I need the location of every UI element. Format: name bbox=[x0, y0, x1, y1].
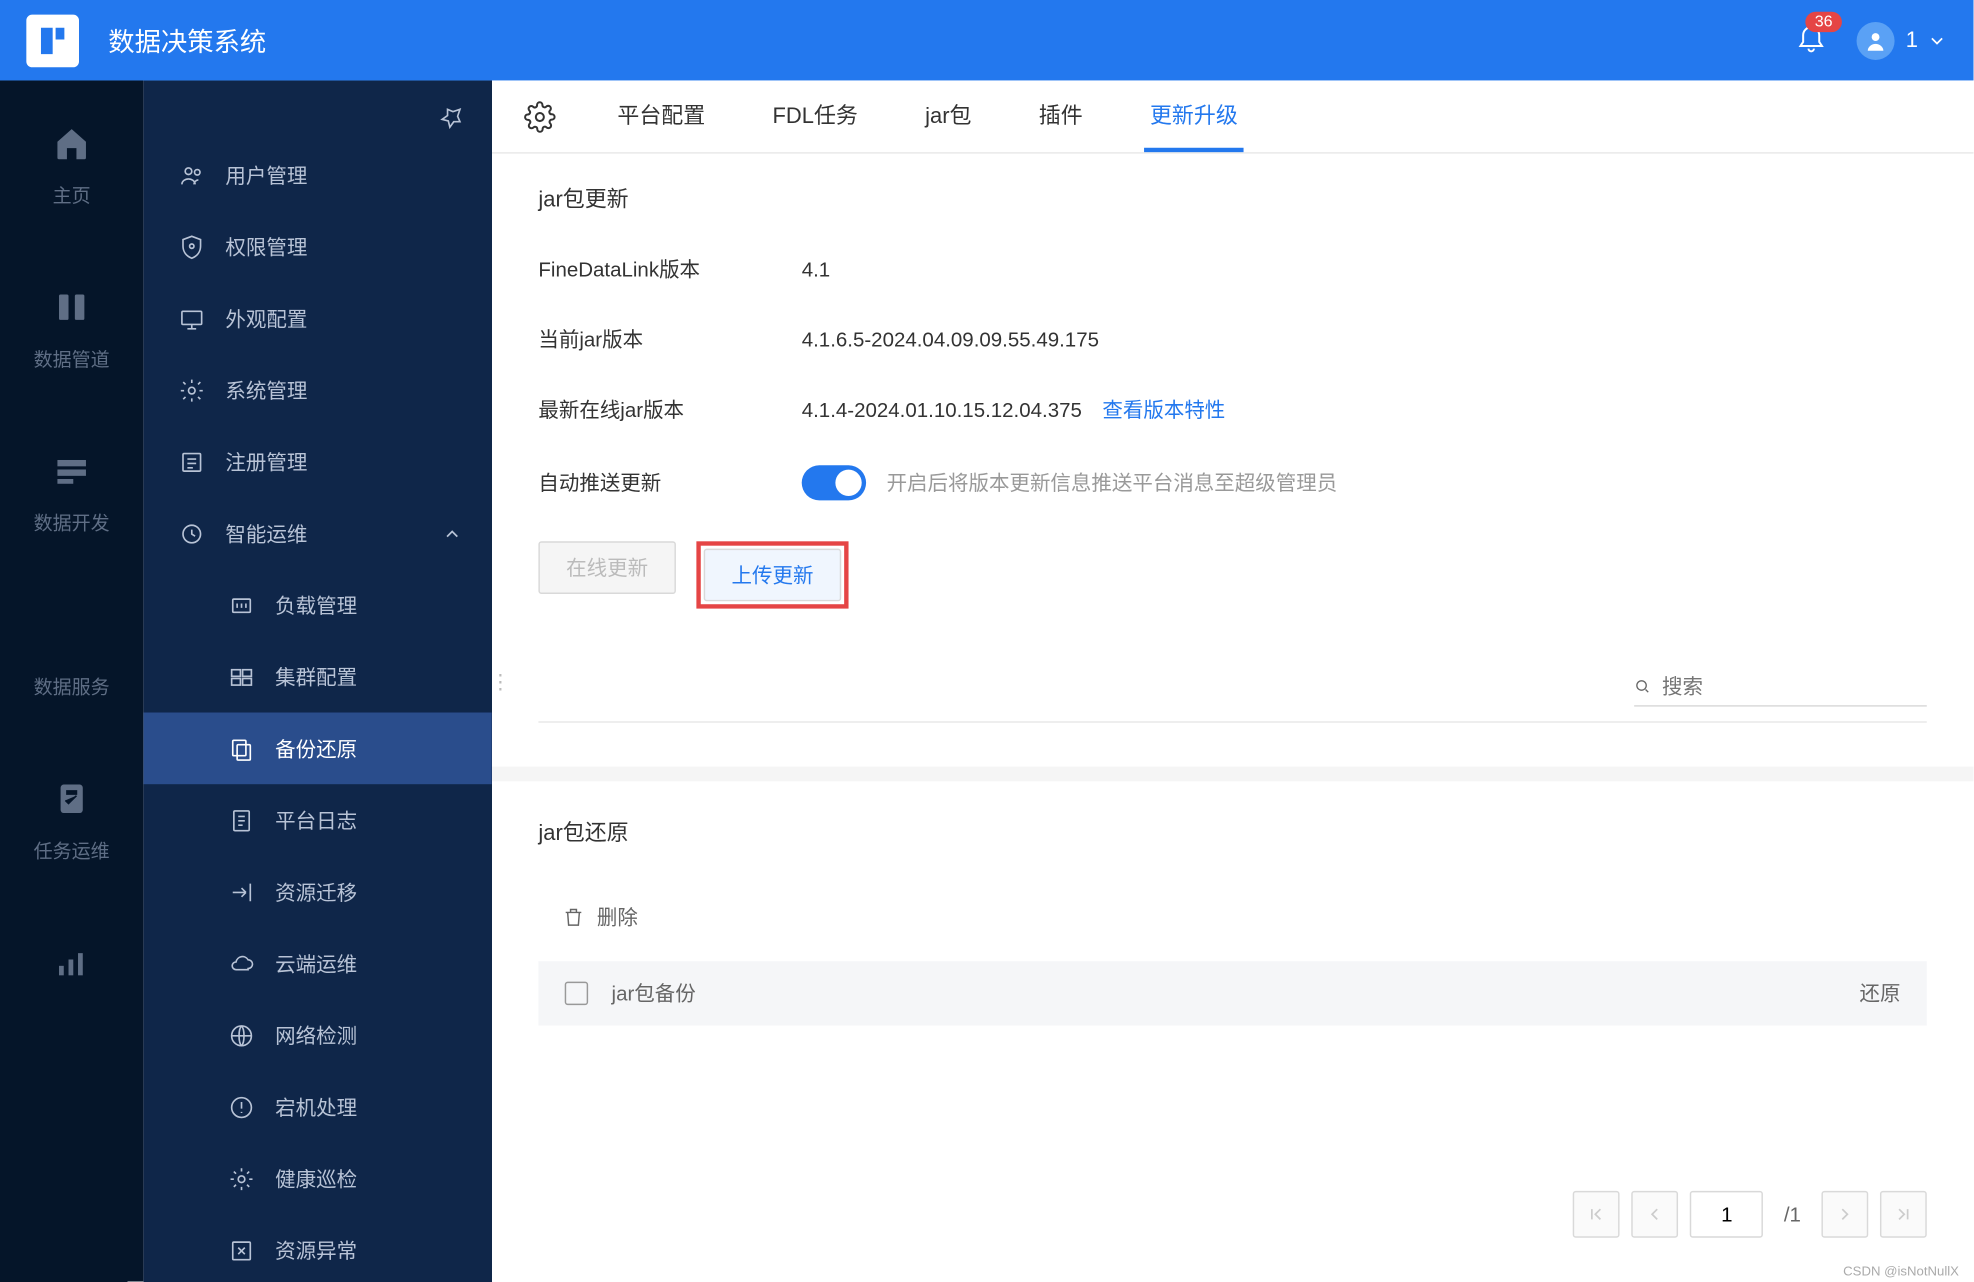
section-jar-update: jar包更新 bbox=[538, 183, 1926, 214]
label-latest-jar: 最新在线jar版本 bbox=[538, 395, 801, 424]
value-current-jar: 4.1.6.5-2024.04.09.09.55.49.175 bbox=[802, 328, 1099, 351]
rail-pipeline[interactable]: 数据管道 bbox=[34, 288, 110, 371]
settings-icon[interactable] bbox=[524, 100, 556, 132]
sidebar-item-system[interactable]: 系统管理 bbox=[143, 354, 491, 426]
rail-home[interactable]: 主页 bbox=[53, 124, 91, 207]
hint-auto-push: 开启后将版本更新信息推送平台消息至超级管理员 bbox=[887, 468, 1338, 497]
search-input[interactable] bbox=[1662, 674, 1927, 697]
tab-platform[interactable]: 平台配置 bbox=[612, 80, 712, 152]
chevron-up-icon bbox=[442, 523, 462, 543]
value-fdl-version: 4.1 bbox=[802, 257, 830, 280]
resource-icon bbox=[228, 1237, 254, 1263]
sidebar-item-log[interactable]: 平台日志 bbox=[143, 784, 491, 856]
sidebar-item-cluster[interactable]: 集群配置 bbox=[143, 641, 491, 713]
label-current-jar: 当前jar版本 bbox=[538, 325, 801, 354]
search-box[interactable] bbox=[1634, 667, 1927, 707]
sidebar-item-health[interactable]: 健康巡检 bbox=[143, 1143, 491, 1215]
gear-icon bbox=[178, 377, 204, 403]
load-icon bbox=[228, 592, 254, 618]
sidebar-item-cloud[interactable]: 云端运维 bbox=[143, 928, 491, 1000]
migrate-icon bbox=[228, 879, 254, 905]
tab-bar: 平台配置 FDL任务 jar包 插件 更新升级 bbox=[492, 80, 1974, 153]
notifications-button[interactable]: 36 bbox=[1795, 20, 1827, 60]
sidebar-item-register[interactable]: 注册管理 bbox=[143, 426, 491, 498]
pagination: /1 bbox=[1526, 1162, 1973, 1267]
delete-button[interactable]: 删除 bbox=[538, 888, 1926, 947]
table-header: jar包备份 还原 bbox=[538, 961, 1926, 1025]
smart-ops-icon bbox=[178, 520, 204, 546]
sidebar: 用户管理 权限管理 外观配置 系统管理 注册管理 智能运维 负载管理 bbox=[143, 80, 491, 1281]
log-icon bbox=[228, 807, 254, 833]
page-last-button[interactable] bbox=[1880, 1191, 1927, 1238]
logo bbox=[26, 14, 79, 67]
health-icon bbox=[228, 1165, 254, 1191]
page-total: /1 bbox=[1784, 1203, 1801, 1226]
users-icon bbox=[178, 162, 204, 188]
section-jar-restore: jar包还原 bbox=[538, 816, 1926, 847]
watermark: CSDN @isNotNullX bbox=[1843, 1264, 1959, 1279]
highlight-annotation: 上传更新 bbox=[696, 541, 848, 608]
search-icon bbox=[1634, 673, 1650, 699]
sidebar-item-backup[interactable]: 备份还原 bbox=[143, 712, 491, 784]
nav-rail: 主页 数据管道 数据开发 数据服务 任务运维 bbox=[0, 80, 143, 1281]
sidebar-item-crash[interactable]: 宕机处理 bbox=[143, 1071, 491, 1143]
sidebar-item-smart-ops[interactable]: 智能运维 bbox=[143, 497, 491, 569]
network-icon bbox=[228, 1022, 254, 1048]
app-title: 数据决策系统 bbox=[108, 21, 266, 59]
page-prev-button[interactable] bbox=[1632, 1191, 1679, 1238]
resize-handle[interactable]: ⋮ bbox=[492, 80, 510, 1281]
sidebar-item-user-mgmt[interactable]: 用户管理 bbox=[143, 139, 491, 211]
trash-icon bbox=[562, 906, 585, 929]
pin-icon[interactable] bbox=[439, 104, 465, 130]
sidebar-item-load[interactable]: 负载管理 bbox=[143, 569, 491, 641]
drag-dots-icon: ⋮ bbox=[490, 678, 510, 684]
clipboard-icon bbox=[53, 780, 91, 818]
rail-more[interactable] bbox=[53, 944, 91, 1000]
app-header: 数据决策系统 36 1 bbox=[0, 0, 1974, 80]
rail-service[interactable]: 数据服务 bbox=[34, 616, 110, 699]
select-all-checkbox[interactable] bbox=[565, 982, 588, 1005]
user-avatar[interactable] bbox=[1856, 21, 1894, 59]
user-icon bbox=[1863, 29, 1886, 52]
crash-icon bbox=[228, 1094, 254, 1120]
col-backup-name: jar包备份 bbox=[612, 979, 1813, 1008]
col-restore: 还原 bbox=[1813, 979, 1901, 1008]
sidebar-item-resource-error[interactable]: 资源异常 bbox=[143, 1214, 491, 1281]
page-next-button[interactable] bbox=[1821, 1191, 1868, 1238]
backup-icon bbox=[228, 735, 254, 761]
tab-plugin[interactable]: 插件 bbox=[1033, 80, 1089, 152]
page-input[interactable] bbox=[1690, 1191, 1763, 1238]
page-first-button[interactable] bbox=[1573, 1191, 1620, 1238]
label-auto-push: 自动推送更新 bbox=[538, 468, 801, 497]
link-version-features[interactable]: 查看版本特性 bbox=[1102, 395, 1225, 424]
label-fdl-version: FineDataLink版本 bbox=[538, 255, 801, 284]
pipeline-icon bbox=[53, 288, 91, 326]
rail-ops[interactable]: 任务运维 bbox=[34, 780, 110, 863]
tab-update[interactable]: 更新升级 bbox=[1144, 80, 1244, 152]
cloud-icon bbox=[228, 950, 254, 976]
appearance-icon bbox=[178, 305, 204, 331]
sidebar-item-appearance[interactable]: 外观配置 bbox=[143, 282, 491, 354]
home-icon bbox=[53, 124, 91, 162]
toggle-auto-push[interactable] bbox=[802, 465, 866, 500]
tab-jar[interactable]: jar包 bbox=[919, 80, 977, 152]
value-latest-jar: 4.1.4-2024.01.10.15.12.04.375 bbox=[802, 398, 1082, 421]
sidebar-item-permission[interactable]: 权限管理 bbox=[143, 211, 491, 283]
chevron-down-icon[interactable] bbox=[1927, 30, 1947, 50]
register-icon bbox=[178, 448, 204, 474]
online-update-button[interactable]: 在线更新 bbox=[538, 541, 676, 594]
bar-icon bbox=[53, 944, 91, 982]
rail-develop[interactable]: 数据开发 bbox=[34, 452, 110, 535]
cluster-icon bbox=[228, 663, 254, 689]
notification-badge: 36 bbox=[1806, 12, 1841, 32]
tab-fdl[interactable]: FDL任务 bbox=[767, 80, 864, 152]
main-content: 平台配置 FDL任务 jar包 插件 更新升级 jar包更新 FineDataL… bbox=[492, 80, 1974, 1281]
username: 1 bbox=[1906, 28, 1918, 53]
service-icon bbox=[53, 616, 91, 654]
sidebar-item-network[interactable]: 网络检测 bbox=[143, 999, 491, 1071]
develop-icon bbox=[53, 452, 91, 490]
upload-update-button[interactable]: 上传更新 bbox=[704, 549, 842, 602]
shield-icon bbox=[178, 233, 204, 259]
sidebar-item-migrate[interactable]: 资源迁移 bbox=[143, 856, 491, 928]
